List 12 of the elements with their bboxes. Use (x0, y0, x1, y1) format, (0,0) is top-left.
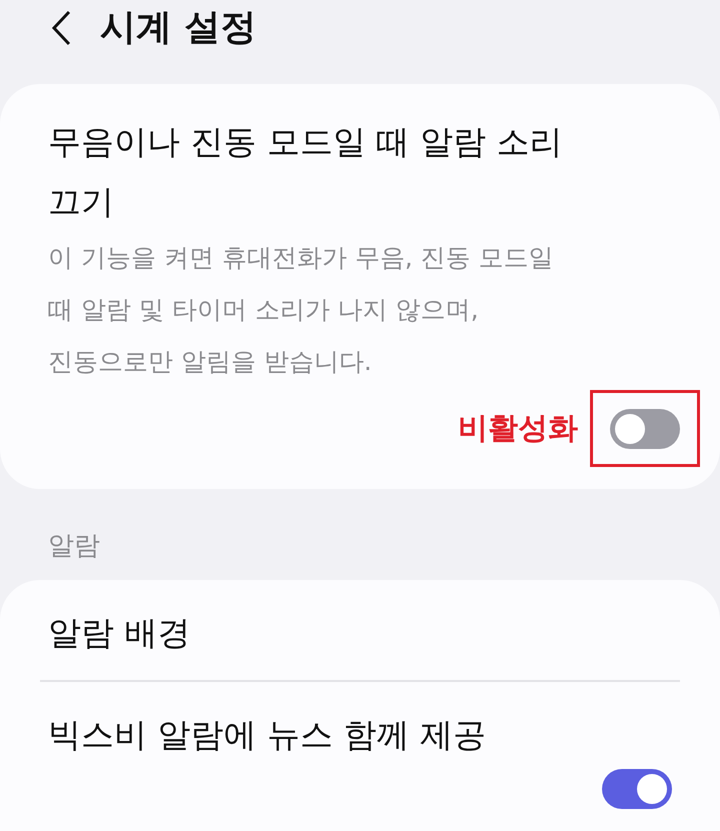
setting-item-title: 알람 배경 (48, 612, 192, 654)
back-icon[interactable] (50, 9, 72, 47)
page-title: 시계 설정 (100, 6, 257, 50)
toggle-switch[interactable] (610, 408, 680, 448)
toggle-switch[interactable] (602, 769, 672, 809)
setting-item[interactable]: 빅스비 알람에 뉴스 함께 제공 (40, 682, 680, 831)
setting-item-title: 빅스비 알람에 뉴스 함께 제공 (48, 714, 487, 756)
setting-item[interactable]: 알람 배경 (40, 580, 680, 680)
annotation-label: 비활성화 (458, 410, 578, 448)
section-label: 알람 (47, 530, 101, 563)
setting-title: 무음이나 진동 모드일 때 알람 소리 끄기 (48, 121, 564, 223)
setting-description: 이 기능을 켜면 휴대전화가 무음, 진동 모드일 때 알람 및 타이머 소리가 나지 않으며, 진동으로만 알림을 받습니다. (48, 242, 555, 378)
